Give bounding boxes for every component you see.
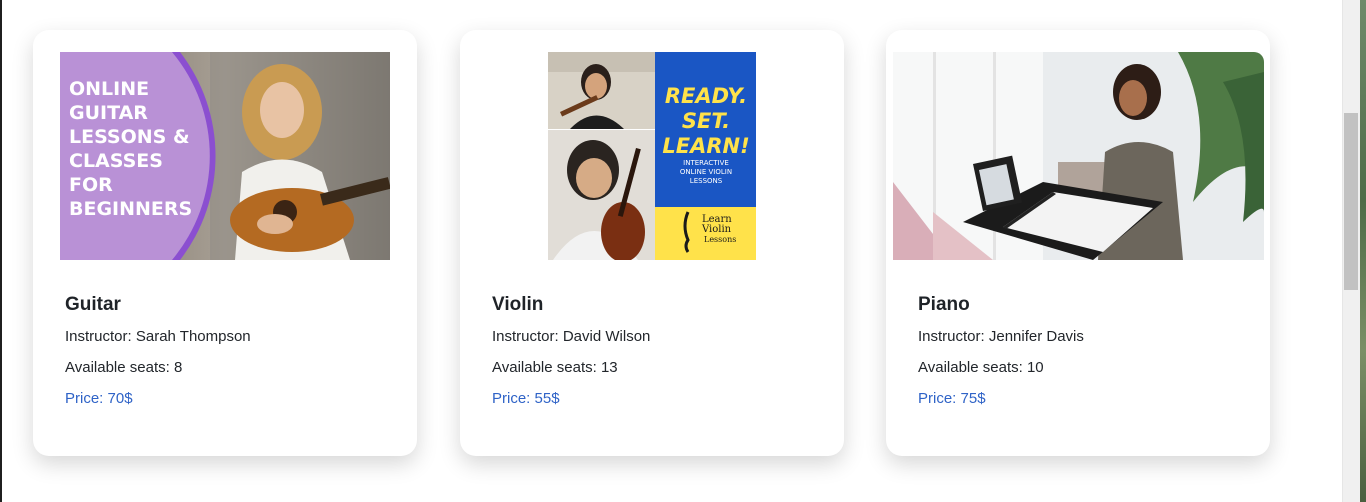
course-instructor: Instructor: Jennifer Davis [918, 328, 1084, 345]
course-card-violin[interactable]: READY. SET. LEARN! INTERACTIVE ONLINE VI… [460, 30, 844, 456]
violin-logo-3: Lessons [704, 235, 736, 244]
guitar-image-line-5: FOR [69, 174, 113, 196]
guitar-image-line-1: ONLINE [69, 78, 149, 100]
course-card-guitar[interactable]: ONLINE GUITAR LESSONS & CLASSES FOR BEGI… [33, 30, 417, 456]
course-seats: Available seats: 8 [65, 359, 183, 376]
violin-lesson-photo: READY. SET. LEARN! INTERACTIVE ONLINE VI… [548, 52, 756, 260]
course-seats: Available seats: 10 [918, 359, 1044, 376]
violin-sub-2: ONLINE VIOLIN [680, 168, 732, 176]
violin-sub-3: LESSONS [690, 177, 723, 185]
course-title: Piano [918, 294, 970, 315]
course-title: Guitar [65, 294, 121, 315]
courses-page: ONLINE GUITAR LESSONS & CLASSES FOR BEGI… [2, 0, 1342, 502]
course-price: Price: 55$ [492, 390, 560, 407]
scrollbar-thumb[interactable] [1344, 113, 1358, 290]
violin-headline-1: READY. [665, 84, 747, 108]
course-title: Violin [492, 294, 544, 315]
desktop-background-strip [1360, 0, 1366, 502]
piano-lesson-photo [893, 52, 1264, 260]
guitar-image-line-3: LESSONS & [69, 126, 190, 148]
guitar-image-line-4: CLASSES [69, 150, 163, 172]
guitar-lesson-photo: ONLINE GUITAR LESSONS & CLASSES FOR BEGI… [60, 52, 390, 260]
course-info-guitar: Guitar Instructor: Sarah Thompson Availa… [65, 294, 395, 407]
guitar-image-line-6: BEGINNERS [69, 198, 192, 220]
course-image-violin: READY. SET. LEARN! INTERACTIVE ONLINE VI… [548, 52, 756, 260]
course-price: Price: 75$ [918, 390, 986, 407]
course-info-piano: Piano Instructor: Jennifer Davis Availab… [918, 294, 1248, 407]
violin-sub-1: INTERACTIVE [683, 159, 729, 167]
violin-headline-3: LEARN! [662, 134, 749, 158]
violin-headline-2: SET. [682, 109, 730, 133]
course-price: Price: 70$ [65, 390, 133, 407]
course-instructor: Instructor: Sarah Thompson [65, 328, 251, 345]
course-seats: Available seats: 13 [492, 359, 618, 376]
course-card-piano[interactable]: Piano Instructor: Jennifer Davis Availab… [886, 30, 1270, 456]
guitar-image-line-2: GUITAR [69, 102, 148, 124]
course-instructor: Instructor: David Wilson [492, 328, 651, 345]
course-info-violin: Violin Instructor: David Wilson Availabl… [492, 294, 822, 407]
violin-logo-2: Violin [701, 224, 732, 235]
course-image-guitar: ONLINE GUITAR LESSONS & CLASSES FOR BEGI… [60, 52, 390, 260]
course-image-piano [893, 52, 1264, 260]
